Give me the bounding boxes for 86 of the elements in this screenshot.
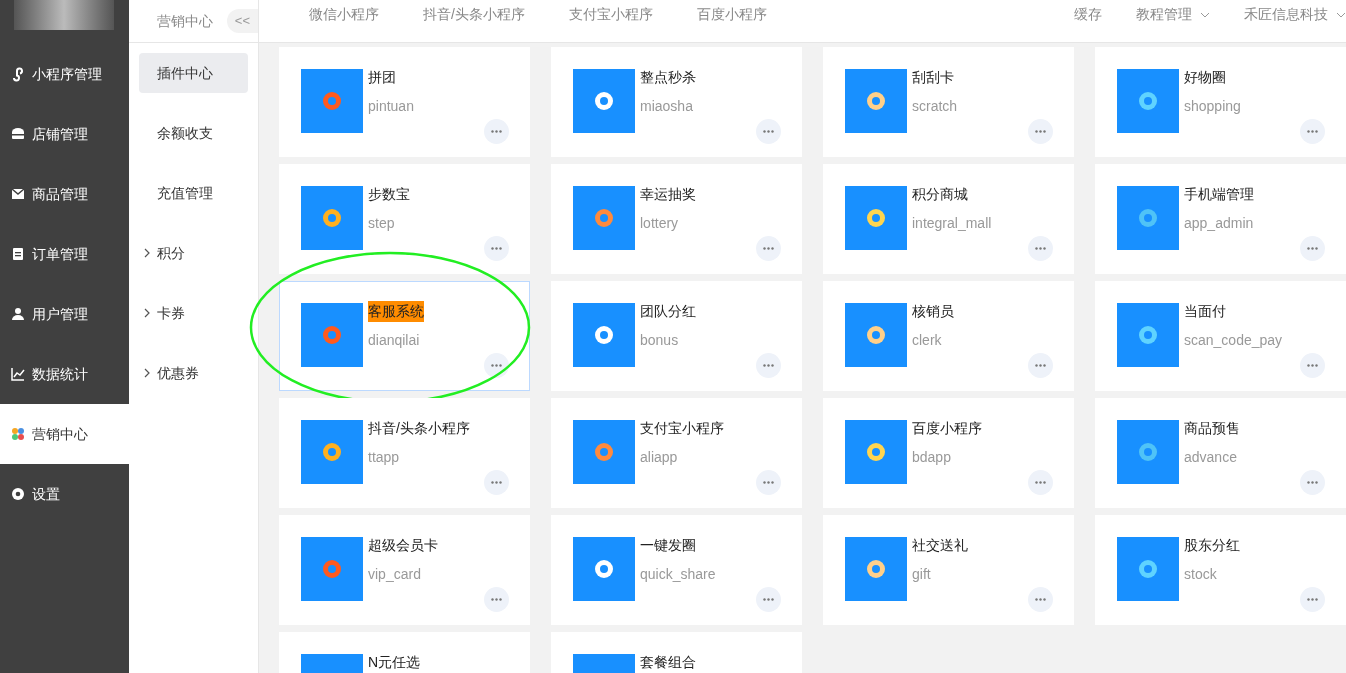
- plugin-title: 幸运抽奖: [640, 185, 696, 204]
- nav-link[interactable]: 禾匠信息科技: [1244, 4, 1346, 25]
- plugin-name: lottery: [640, 214, 680, 233]
- plugin-name: aliapp: [640, 448, 679, 467]
- plugin-title: 商品预售: [1184, 419, 1240, 438]
- plugin-title: 整点秒杀: [640, 68, 696, 87]
- plugin-card[interactable]: 团队分红 bonus: [551, 281, 802, 391]
- nav-tab[interactable]: 支付宝小程序: [568, 4, 653, 25]
- plugin-title: 超级会员卡: [368, 536, 438, 555]
- plugin-title: 当面付: [1184, 302, 1226, 321]
- plugin-card[interactable]: 刮刮卡 scratch: [823, 47, 1074, 157]
- plugin-name: app_admin: [1184, 214, 1254, 233]
- plugin-title: 手机端管理: [1184, 185, 1254, 204]
- nav-tab[interactable]: 百度小程序: [696, 4, 767, 25]
- plugin-title: 支付宝小程序: [640, 419, 724, 438]
- submenu-item[interactable]: 积分: [139, 233, 248, 273]
- plugin-name: pintuan: [368, 97, 414, 116]
- submenu-title: 营销中心: [157, 11, 213, 31]
- plugin-name: advance: [1184, 448, 1238, 467]
- sidebar-item[interactable]: 用户管理: [0, 284, 129, 344]
- sidebar-item[interactable]: 商品管理: [0, 164, 129, 224]
- plugin-card[interactable]: 商品预售 advance: [1095, 398, 1346, 508]
- plugin-card[interactable]: 支付宝小程序 aliapp: [551, 398, 802, 508]
- plugin-name: clerk: [912, 331, 943, 350]
- plugin-title: 积分商城: [912, 185, 968, 204]
- nav-tab[interactable]: 微信小程序: [309, 4, 379, 25]
- plugin-title: 一键发圈: [640, 536, 696, 555]
- plugin-name: gift: [912, 565, 932, 584]
- plugin-title: 团队分红: [640, 302, 696, 321]
- plugin-name: vip_card: [368, 565, 422, 584]
- plugin-name: stock: [1184, 565, 1218, 584]
- plugin-card[interactable]: 好物圈 shopping: [1095, 47, 1346, 157]
- plugin-card[interactable]: 整点秒杀 miaosha: [551, 47, 802, 157]
- plugin-card[interactable]: 百度小程序 bdapp: [823, 398, 1074, 508]
- plugin-name: scratch: [912, 97, 958, 116]
- plugin-name: bonus: [640, 331, 680, 350]
- plugin-title: N元任选: [368, 653, 421, 672]
- sidebar-item[interactable]: 营销中心: [0, 404, 129, 464]
- submenu-item[interactable]: 卡券: [139, 293, 248, 333]
- plugin-title: 百度小程序: [912, 419, 982, 438]
- plugin-title: 社交送礼: [912, 536, 968, 555]
- sidebar-item[interactable]: 订单管理: [0, 224, 129, 284]
- plugin-card[interactable]: N元任选: [279, 632, 530, 673]
- plugin-card[interactable]: 幸运抽奖 lottery: [551, 164, 802, 274]
- plugin-name: integral_mall: [912, 214, 992, 233]
- nav-link[interactable]: 缓存: [1074, 4, 1102, 25]
- plugin-card[interactable]: 社交送礼 gift: [823, 515, 1074, 625]
- plugin-name: step: [368, 214, 396, 233]
- sidebar-item[interactable]: 店铺管理: [0, 104, 129, 164]
- submenu-item[interactable]: 余额收支: [139, 113, 248, 153]
- plugin-title: 抖音/头条小程序: [368, 419, 470, 438]
- plugin-title: 股东分红: [1184, 536, 1240, 555]
- submenu-item[interactable]: 插件中心: [139, 53, 248, 93]
- plugin-card[interactable]: 核销员 clerk: [823, 281, 1074, 391]
- plugin-title: 套餐组合: [640, 653, 696, 672]
- plugin-card[interactable]: 抖音/头条小程序 ttapp: [279, 398, 530, 508]
- sidebar-item[interactable]: 设置: [0, 464, 129, 524]
- submenu-item[interactable]: 充值管理: [139, 173, 248, 213]
- nav-tab[interactable]: 抖音/头条小程序: [423, 4, 525, 25]
- plugin-card[interactable]: 当面付 scan_code_pay: [1095, 281, 1346, 391]
- plugin-name: scan_code_pay: [1184, 331, 1283, 350]
- plugin-name: dianqilai: [368, 331, 421, 350]
- sidebar-item[interactable]: 数据统计: [0, 344, 129, 404]
- plugin-card[interactable]: 积分商城 integral_mall: [823, 164, 1074, 274]
- plugin-card[interactable]: 套餐组合: [551, 632, 802, 673]
- sidebar-item[interactable]: 小程序管理: [0, 44, 129, 104]
- plugin-card[interactable]: 手机端管理 app_admin: [1095, 164, 1346, 274]
- plugin-card[interactable]: 一键发圈 quick_share: [551, 515, 802, 625]
- nav-link[interactable]: 教程管理: [1136, 4, 1210, 25]
- plugin-title: 核销员: [912, 302, 954, 321]
- plugin-title: 好物圈: [1184, 68, 1226, 87]
- plugin-title: 拼团: [368, 68, 396, 87]
- plugin-name: shopping: [1184, 97, 1241, 116]
- plugin-card[interactable]: 步数宝 step: [279, 164, 530, 274]
- plugin-card[interactable]: 客服系统 dianqilai: [279, 281, 530, 391]
- plugin-card[interactable]: 拼团 pintuan: [279, 47, 530, 157]
- plugin-name: miaosha: [640, 97, 694, 116]
- plugin-card[interactable]: 股东分红 stock: [1095, 515, 1346, 625]
- plugin-name: bdapp: [912, 448, 952, 467]
- plugin-title: 客服系统: [368, 301, 424, 322]
- plugin-title: 刮刮卡: [912, 68, 954, 87]
- plugin-title: 步数宝: [368, 185, 410, 204]
- plugin-card[interactable]: 超级会员卡 vip_card: [279, 515, 530, 625]
- submenu-item[interactable]: 优惠券: [139, 353, 248, 393]
- plugin-name: quick_share: [640, 565, 716, 584]
- plugin-name: ttapp: [368, 448, 401, 467]
